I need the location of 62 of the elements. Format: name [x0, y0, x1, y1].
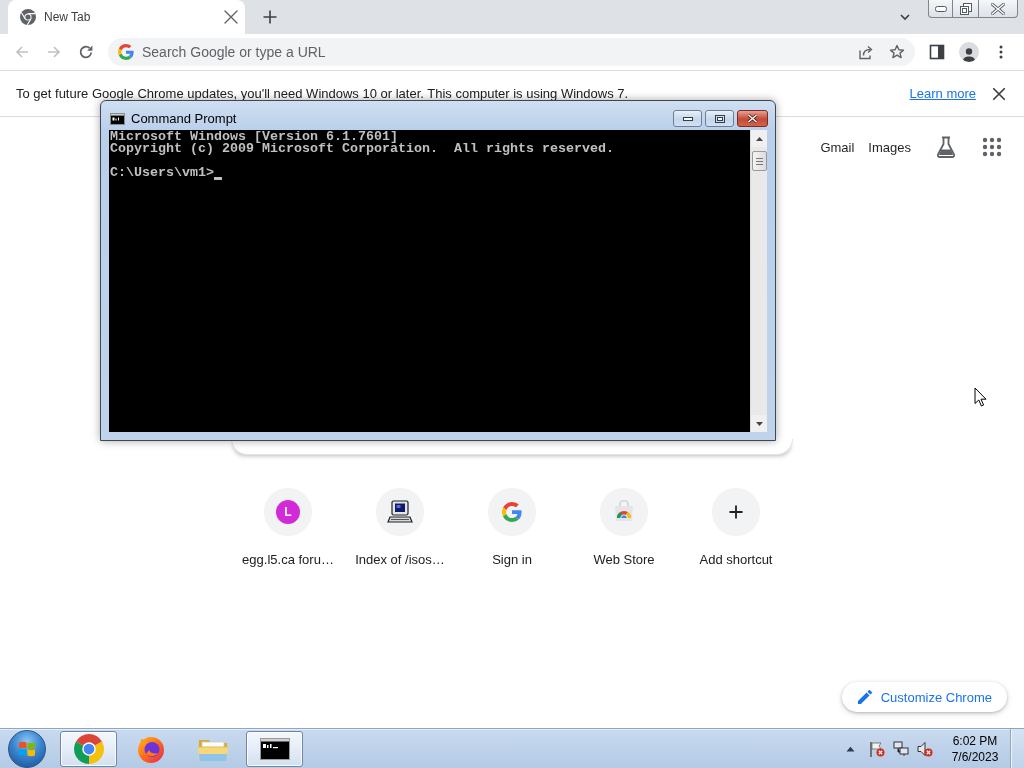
shortcut-link[interactable]: Add shortcut: [699, 488, 773, 568]
profile-avatar-icon[interactable]: [959, 42, 979, 62]
google-g-icon: [488, 488, 536, 536]
close-button[interactable]: [979, 0, 1018, 18]
shortcut-link[interactable]: Sign in: [488, 488, 536, 568]
header-link[interactable]: Gmail: [820, 139, 855, 155]
text-cursor-icon: [214, 177, 222, 180]
header-link[interactable]: Images: [868, 139, 911, 155]
browser-tab[interactable]: New Tab: [8, 0, 245, 34]
apps-grid-icon[interactable]: [982, 137, 1002, 157]
console-output: Microsoft Windows [Version 6.1.7601] Copyright (c) 2009 Microsoft Corporation. All rights reserved. C:\Users\vm1>: [109, 130, 750, 432]
clock[interactable]: 6:02 PM 7/6/2023: [943, 730, 1007, 767]
share-icon[interactable]: [858, 44, 874, 60]
letter-avatar: L: [276, 500, 300, 524]
chrome-logo-icon: [20, 9, 36, 25]
chrome-logo-icon: [73, 733, 104, 764]
taskbar-button[interactable]: [246, 730, 303, 767]
maximize-button[interactable]: [705, 110, 734, 127]
shortcut-link[interactable]: Index of /isos…: [355, 488, 445, 568]
close-icon: [747, 114, 758, 123]
flask-icon[interactable]: [936, 136, 956, 158]
window-title: Command Prompt: [131, 111, 237, 126]
web-store-icon: [600, 488, 648, 536]
close-icon: [991, 2, 1005, 15]
address-bar[interactable]: Search Google or type a URL: [108, 38, 915, 66]
google-g-icon: [118, 44, 134, 60]
shortcut-link[interactable]: Web Store: [593, 488, 655, 568]
flag-icon[interactable]: [869, 740, 885, 757]
triangle-up-icon[interactable]: [846, 745, 855, 752]
side-panel-icon[interactable]: [929, 44, 945, 60]
close-button[interactable]: [737, 110, 768, 127]
minimize-button[interactable]: [928, 0, 953, 18]
minimize-button[interactable]: [673, 110, 702, 127]
network-icon[interactable]: [893, 740, 909, 757]
scrollbar-thumb[interactable]: [751, 151, 767, 171]
plus-icon: [712, 488, 760, 536]
scroll-down-button[interactable]: [751, 415, 767, 432]
customize-chrome-button[interactable]: Customize Chrome: [841, 682, 1007, 712]
pencil-icon: [857, 690, 872, 704]
reload-icon[interactable]: [78, 44, 94, 60]
windows-logo-icon: [18, 739, 36, 758]
computer-icon: [376, 488, 424, 536]
infobar-message: To get future Google Chrome updates, you'll need Windows 10 or later. This computer is using Windows 7.: [16, 86, 630, 101]
scroll-up-button[interactable]: [751, 130, 767, 147]
terminal-icon: [259, 737, 290, 760]
minimize-icon: [934, 5, 947, 12]
plus-icon[interactable]: [262, 9, 278, 25]
close-icon[interactable]: [992, 86, 1006, 101]
start-button[interactable]: [8, 729, 46, 768]
minimize-icon: [682, 116, 693, 121]
close-icon[interactable]: [223, 9, 239, 25]
triangle-up-icon: [755, 136, 763, 141]
restore-icon: [959, 2, 972, 15]
mouse-pointer-icon: [974, 387, 987, 407]
learn-more-link[interactable]: Learn more: [909, 86, 976, 101]
star-icon[interactable]: [889, 44, 905, 60]
terminal-icon: [110, 112, 125, 125]
speaker-muted-icon[interactable]: [917, 740, 933, 757]
maximize-icon: [714, 114, 725, 123]
restore-button[interactable]: [953, 0, 979, 18]
shortcut-link[interactable]: L egg.l5.ca foru…: [242, 488, 334, 568]
triangle-down-icon: [755, 421, 763, 426]
